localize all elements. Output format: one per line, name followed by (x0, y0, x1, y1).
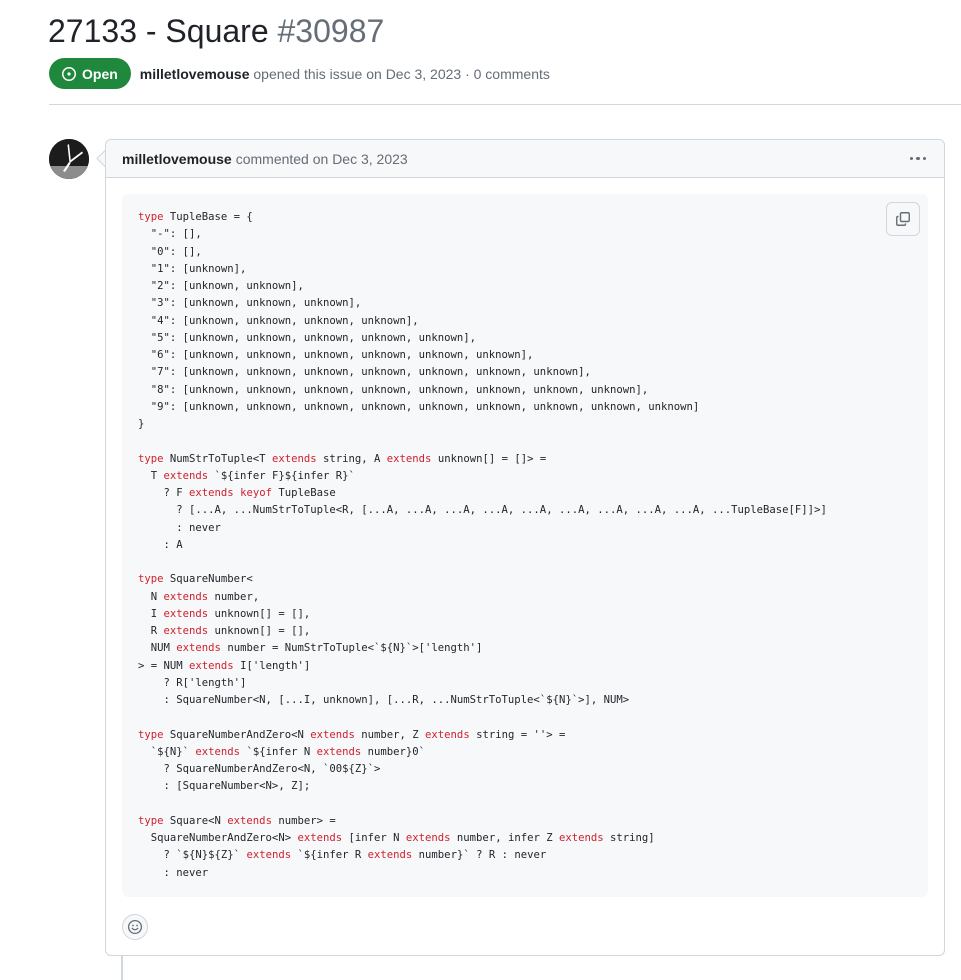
timeline-line (121, 955, 123, 980)
code-line: T extends `${infer F}${infer R}` (138, 469, 355, 482)
code-line: : SquareNumber<N, [...I, unknown], [...R… (138, 694, 630, 706)
status-label: Open (82, 65, 118, 82)
code-block: type TupleBase = { "-": [], "0": [], "1"… (122, 194, 928, 897)
code-line: SquareNumberAndZero<N> extends [infer N … (138, 832, 655, 844)
code-line: : A (138, 538, 183, 551)
code-line: ? [...A, ...NumStrToTuple<R, [...A, ...A… (138, 504, 827, 517)
comment-author-link[interactable]: milletlovemouse (122, 151, 232, 167)
code-line: ? SquareNumberAndZero<N, `00${Z}`> (138, 763, 381, 775)
code-line: "0": [], (138, 245, 202, 258)
issue-meta-text: milletlovemouse opened this issue on Dec… (140, 66, 550, 82)
code-line: "3": [unknown, unknown, unknown], (138, 297, 362, 310)
code-line: "6": [unknown, unknown, unknown, unknown… (138, 349, 534, 361)
kebab-horizontal-icon[interactable] (908, 153, 929, 165)
code-line: N extends number, (138, 590, 260, 603)
code-line: NUM extends number = NumStrToTuple<`${N}… (138, 642, 483, 655)
code-line: I extends unknown[] = [], (138, 607, 311, 620)
issue-title-text: 27133 - Square (48, 13, 269, 49)
copy-icon (896, 212, 910, 226)
avatar-image (49, 139, 89, 179)
code-line: "1": [unknown], (138, 262, 247, 275)
code-line: "-": [], (138, 228, 202, 241)
code-line: : never (138, 866, 209, 879)
code-line: type SquareNumberAndZero<N extends numbe… (138, 728, 566, 741)
code-line: "2": [unknown, unknown], (138, 280, 304, 292)
add-reaction-button[interactable] (122, 914, 148, 940)
code-line: type TupleBase = { (138, 211, 253, 223)
status-badge: Open (49, 58, 131, 89)
code-line: type NumStrToTuple<T extends string, A e… (138, 452, 547, 465)
code-line: : never (138, 521, 221, 534)
code-line: } (138, 418, 145, 430)
issue-opened-icon (62, 66, 76, 81)
issue-author-link[interactable]: milletlovemouse (140, 66, 250, 82)
issue-opened-text: opened this issue on Dec 3, 2023 · 0 com… (253, 65, 550, 82)
comment-timestamp[interactable]: commented on Dec 3, 2023 (236, 151, 408, 167)
copy-button[interactable] (886, 202, 920, 236)
issue-number: #30987 (277, 13, 385, 49)
code-content: type TupleBase = { "-": [], "0": [], "1"… (122, 194, 928, 897)
code-line: "4": [unknown, unknown, unknown, unknown… (138, 314, 419, 327)
code-line: ? `${N}${Z}` extends `${infer R extends … (138, 849, 547, 862)
comment: milletlovemouse commented on Dec 3, 2023… (105, 139, 945, 956)
code-line: "5": [unknown, unknown, unknown, unknown… (138, 331, 477, 344)
code-line: type SquareNumber< (138, 573, 253, 586)
smiley-icon (127, 919, 143, 935)
code-line: R extends unknown[] = [], (138, 625, 311, 637)
code-line: type Square<N extends number> = (138, 814, 336, 827)
avatar[interactable] (49, 139, 89, 179)
comment-header: milletlovemouse commented on Dec 3, 2023 (106, 140, 944, 178)
code-line: ? F extends keyof TupleBase (138, 487, 336, 499)
code-line: ? R['length'] (138, 676, 247, 689)
code-line: "8": [unknown, unknown, unknown, unknown… (138, 383, 649, 396)
header-divider (49, 104, 961, 105)
code-line: "7": [unknown, unknown, unknown, unknown… (138, 366, 591, 379)
code-line: > = NUM extends I['length'] (138, 659, 311, 672)
code-line: "9": [unknown, unknown, unknown, unknown… (138, 400, 700, 413)
issue-meta: Open milletlovemouse opened this issue o… (49, 58, 550, 89)
code-line: `${N}` extends `${infer N extends number… (138, 745, 426, 758)
issue-title: 27133 - Square #30987 (48, 10, 384, 52)
code-line: : [SquareNumber<N>, Z]; (138, 780, 311, 793)
